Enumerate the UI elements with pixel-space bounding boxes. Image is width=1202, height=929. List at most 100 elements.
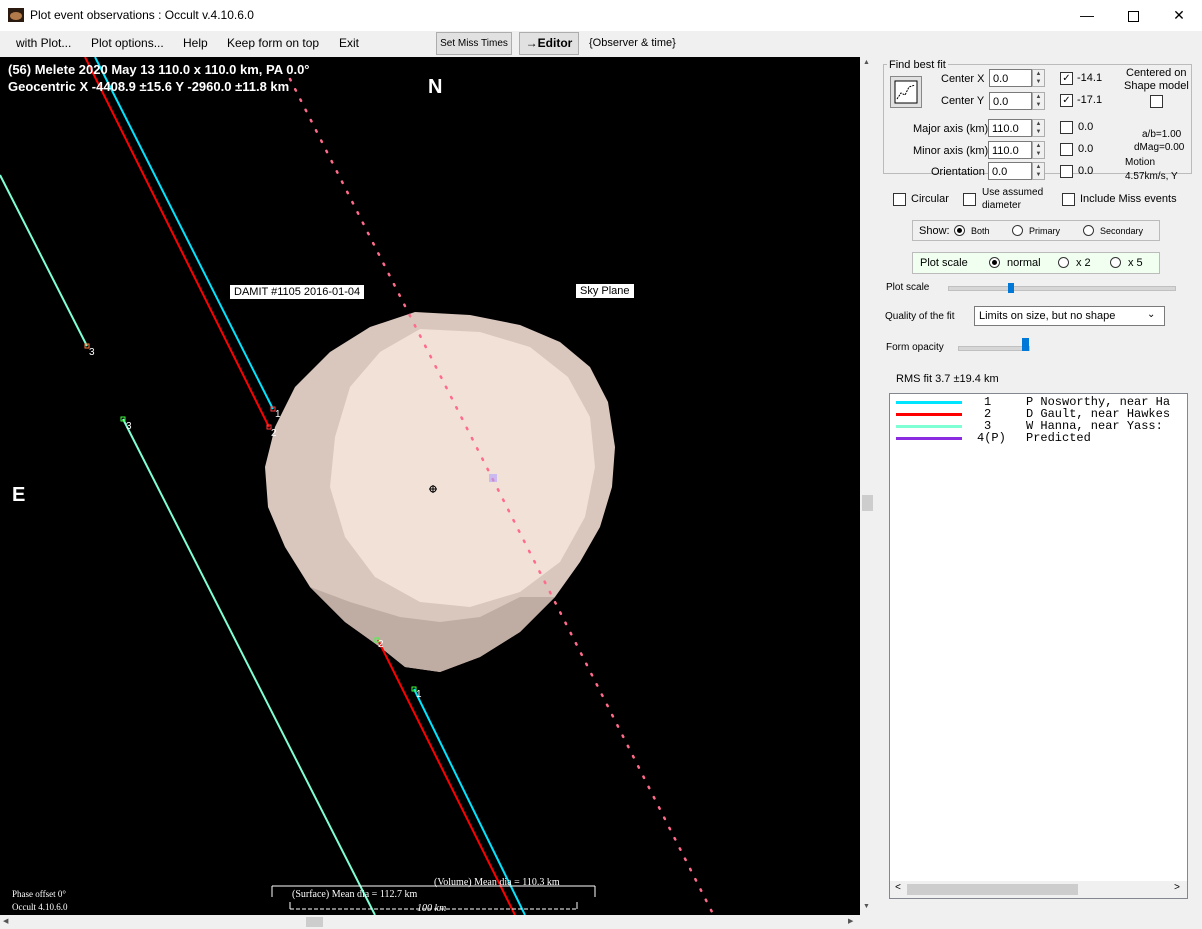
minor-axis-input[interactable]: 110.0: [988, 141, 1032, 159]
include-miss-label: Include Miss events: [1080, 193, 1177, 205]
centered-on-shape-checkbox[interactable]: [1150, 95, 1163, 108]
fit-button[interactable]: [890, 76, 922, 108]
scale-normal-radio[interactable]: [989, 257, 1000, 268]
plot-horizontal-scrollbar[interactable]: ◀ ▶: [0, 915, 860, 929]
scroll-right-icon[interactable]: >: [1174, 883, 1180, 894]
menu-with-plot[interactable]: with Plot...: [16, 36, 71, 50]
major-axis-checkbox[interactable]: [1060, 121, 1073, 134]
chord-1-upper: [94, 57, 274, 410]
menu-exit[interactable]: Exit: [339, 36, 359, 50]
scroll-thumb[interactable]: [862, 495, 873, 511]
quality-select[interactable]: Limits on size, but no shape ⌄: [974, 306, 1165, 326]
scale-x2-radio[interactable]: [1058, 257, 1069, 268]
window-title: Plot event observations : Occult v.4.10.…: [30, 8, 254, 22]
legend-color-line: [896, 425, 962, 428]
quality-select-value: Limits on size, but no shape: [979, 310, 1116, 322]
plot-canvas[interactable]: (56) Melete 2020 May 13 110.0 x 110.0 km…: [0, 57, 860, 915]
orientation-spinner[interactable]: ▲ ▼: [1032, 162, 1045, 180]
show-secondary-radio[interactable]: [1083, 225, 1094, 236]
editor-button[interactable]: →Editor: [519, 32, 579, 55]
scroll-left-icon[interactable]: <: [895, 883, 901, 894]
plot-svg: [0, 57, 714, 915]
scale-bar-label: 100 km: [417, 903, 447, 914]
center-y-spinner[interactable]: ▲ ▼: [1032, 92, 1045, 110]
center-x-result: -14.1: [1077, 72, 1103, 84]
centered-on-label: Centered on: [1126, 67, 1187, 79]
north-label: N: [428, 76, 443, 98]
close-button[interactable]: ✕: [1156, 0, 1202, 31]
motion-value: 4.57km/s, Y: [1125, 171, 1178, 182]
major-axis-label: Major axis (km): [913, 123, 989, 135]
show-label: Show:: [919, 225, 950, 237]
plot-scale-slider-track[interactable]: [948, 286, 1176, 291]
menu-keep-on-top[interactable]: Keep form on top: [227, 36, 319, 50]
hscroll-thumb[interactable]: [306, 917, 323, 927]
minor-axis-spinner[interactable]: ▲ ▼: [1032, 141, 1045, 159]
plot-scale-slider-label: Plot scale: [886, 282, 930, 293]
plot-scale-slider-thumb[interactable]: [1008, 283, 1015, 293]
major-axis-spinner[interactable]: ▲ ▼: [1032, 119, 1045, 137]
scroll-up-icon[interactable]: ▲: [863, 59, 870, 66]
scroll-right-icon[interactable]: ▶: [848, 917, 853, 925]
minor-axis-label: Minor axis (km): [913, 145, 989, 157]
phase-offset-label: Phase offset 0°: [12, 889, 66, 899]
close-icon: ✕: [1173, 7, 1185, 23]
orientation-input[interactable]: 0.0: [988, 162, 1032, 180]
chord-3a: [0, 174, 88, 347]
use-assumed-checkbox[interactable]: [963, 193, 976, 206]
minimize-button[interactable]: —: [1064, 0, 1110, 31]
chord-label: 3: [126, 421, 132, 432]
minor-axis-result: 0.0: [1078, 143, 1094, 155]
chord-label: 1: [416, 689, 422, 700]
quality-label: Quality of the fit: [885, 311, 955, 322]
east-label: E: [12, 484, 26, 506]
circular-checkbox[interactable]: [893, 193, 906, 206]
legend-hscrollbar[interactable]: < >: [890, 881, 1187, 898]
include-miss-checkbox[interactable]: [1062, 193, 1075, 206]
show-primary-radio[interactable]: [1012, 225, 1023, 236]
asteroid-highlight: [330, 329, 595, 607]
plot-scale-box-label: Plot scale: [920, 257, 968, 269]
legend-hscroll-thumb[interactable]: [907, 884, 1078, 895]
surface-mean-label: (Surface) Mean dia = 112.7 km: [292, 889, 418, 900]
center-x-label: Center X: [941, 73, 985, 85]
chevron-down-icon: ⌄: [1147, 309, 1156, 320]
center-x-spinner[interactable]: ▲ ▼: [1032, 69, 1045, 87]
maximize-button[interactable]: [1110, 0, 1156, 31]
show-both-radio[interactable]: [954, 225, 965, 236]
menu-help[interactable]: Help: [183, 36, 208, 50]
center-x-input[interactable]: 0.0: [989, 69, 1032, 87]
show-primary-label: Primary: [1029, 226, 1060, 236]
show-both-label: Both: [971, 226, 990, 236]
legend-num: 4(P): [977, 431, 1006, 445]
volume-mean-label: (Volume) Mean dia = 110.3 km: [434, 877, 560, 888]
chord-label: 2: [378, 639, 384, 650]
center-y-result: -17.1: [1077, 94, 1103, 106]
center-x-checkbox[interactable]: ✓: [1060, 72, 1073, 85]
ab-ratio-label: a/b=1.00: [1142, 129, 1182, 140]
observers-legend: 1 P Nosworthy, near Ha 2 D Gault, near H…: [889, 393, 1188, 899]
maximize-icon: [1127, 10, 1139, 22]
menu-plot-options[interactable]: Plot options...: [91, 36, 164, 50]
set-miss-times-button[interactable]: Set Miss Times: [436, 32, 512, 55]
plot-vertical-scrollbar[interactable]: ▲ ▼: [860, 57, 877, 915]
orientation-result: 0.0: [1078, 165, 1094, 177]
form-opacity-slider-track[interactable]: [958, 346, 1030, 351]
scroll-down-icon[interactable]: ▼: [863, 903, 870, 910]
chord-2-lower: [377, 639, 516, 915]
find-best-fit-label: Find best fit: [887, 59, 948, 71]
center-y-input[interactable]: 0.0: [989, 92, 1032, 110]
orientation-checkbox[interactable]: [1060, 165, 1073, 178]
major-axis-input[interactable]: 110.0: [988, 119, 1032, 137]
chord-label: 2: [271, 428, 277, 439]
center-y-checkbox[interactable]: ✓: [1060, 94, 1073, 107]
minor-axis-checkbox[interactable]: [1060, 143, 1073, 156]
scale-normal-label: normal: [1007, 257, 1041, 269]
observer-time-label[interactable]: {Observer & time}: [589, 37, 676, 49]
scroll-left-icon[interactable]: ◀: [3, 917, 8, 925]
chord-2-upper: [84, 57, 270, 428]
major-axis-result: 0.0: [1078, 121, 1094, 133]
scale-x5-radio[interactable]: [1110, 257, 1121, 268]
form-opacity-slider-thumb[interactable]: [1021, 338, 1029, 351]
scale-x5-label: x 5: [1128, 257, 1143, 269]
